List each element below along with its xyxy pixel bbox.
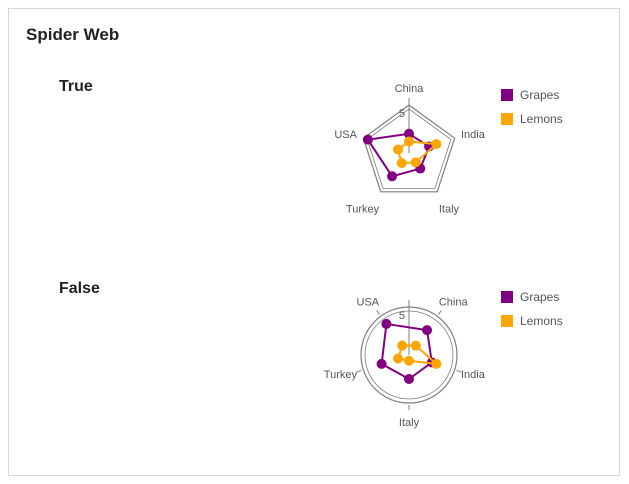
data-point[interactable] — [431, 358, 442, 369]
category-label: Turkey — [324, 369, 358, 381]
legend-false: Grapes Lemons — [501, 285, 563, 333]
category-label: India — [461, 129, 486, 141]
data-point[interactable] — [404, 136, 414, 147]
lemons-swatch — [501, 113, 513, 125]
data-point[interactable] — [422, 325, 433, 336]
grapes-swatch — [501, 89, 513, 101]
data-point[interactable] — [376, 358, 387, 369]
category-label: USA — [334, 129, 357, 141]
data-point[interactable] — [431, 139, 442, 150]
grid-tick — [376, 310, 381, 315]
radar-chart-true: 5 China India Italy Turkey USA — [334, 83, 486, 215]
legend-item-grapes[interactable]: Grapes — [501, 285, 563, 309]
category-label: Italy — [439, 203, 460, 215]
data-point[interactable] — [410, 340, 421, 351]
legend-item-lemons[interactable]: Lemons — [501, 107, 563, 131]
series-grapes — [376, 318, 437, 384]
category-label: India — [461, 369, 486, 381]
legend-item-grapes[interactable]: Grapes — [501, 83, 563, 107]
grid-tick — [356, 369, 362, 373]
legend-label-lemons: Lemons — [520, 314, 563, 328]
legend-true: Grapes Lemons — [501, 83, 563, 131]
radar-grid: 5 — [356, 300, 462, 410]
axis-tick-label: 5 — [399, 310, 405, 322]
lemons-swatch — [501, 315, 513, 327]
data-point[interactable] — [410, 157, 421, 168]
data-point[interactable] — [362, 134, 373, 145]
section-label-true: True — [59, 78, 93, 95]
data-point[interactable] — [387, 171, 398, 182]
category-label: USA — [357, 297, 380, 309]
chart-panel: Spider Web True 5 China India Italy Turkey US… — [8, 8, 620, 476]
grid-tick — [437, 310, 442, 315]
axis-tick-label: 5 — [399, 108, 405, 120]
category-label: China — [395, 83, 425, 95]
data-point[interactable] — [393, 353, 404, 364]
category-label: Turkey — [346, 203, 380, 215]
data-point[interactable] — [393, 144, 404, 155]
category-label: Italy — [399, 417, 420, 429]
section-label-false: False — [59, 280, 100, 297]
series-lemons — [393, 340, 442, 369]
data-point[interactable] — [404, 355, 414, 366]
series-lemons — [393, 136, 442, 169]
legend-label-grapes: Grapes — [520, 290, 560, 304]
category-label: China — [439, 297, 469, 309]
legend-item-lemons[interactable]: Lemons — [501, 309, 563, 333]
legend-label-lemons: Lemons — [520, 112, 563, 126]
data-point[interactable] — [397, 340, 408, 351]
legend-label-grapes: Grapes — [520, 88, 560, 102]
data-point[interactable] — [381, 318, 392, 329]
radar-chart-false: 5 USA China India Italy Turkey — [324, 297, 486, 429]
grapes-swatch — [501, 291, 513, 303]
data-point[interactable] — [404, 374, 414, 384]
page-title: Spider Web — [26, 25, 120, 44]
data-point[interactable] — [396, 158, 407, 169]
